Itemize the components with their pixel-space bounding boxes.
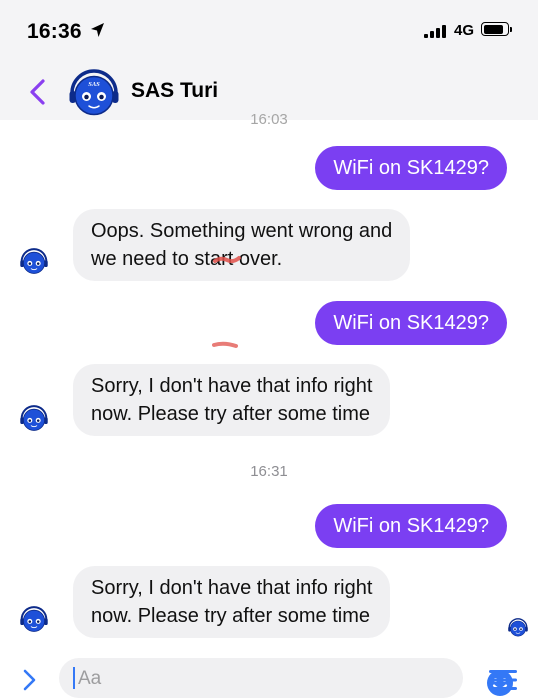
- battery-tip: [510, 27, 512, 32]
- outgoing-message[interactable]: WiFi on SK1429?: [315, 146, 507, 190]
- message-line: we need to start over.: [91, 248, 283, 270]
- message-text: WiFi on SK1429?: [333, 515, 489, 537]
- message-line: Sorry, I don't have that info right: [91, 375, 373, 397]
- avatar-logo-text: SAS: [88, 81, 100, 88]
- message-line: Sorry, I don't have that info right: [91, 577, 373, 599]
- message-timestamp: 16:31: [250, 463, 288, 480]
- message-line: Oops. Something went wrong and: [91, 220, 393, 242]
- contact-name[interactable]: SAS Turi: [131, 79, 218, 103]
- back-chevron-icon[interactable]: [28, 78, 48, 106]
- incoming-message[interactable]: Oops. Something went wrong and we need t…: [73, 209, 411, 281]
- bot-avatar: [20, 405, 48, 433]
- red-annotation-mark: [212, 341, 238, 348]
- text-caret: [73, 667, 75, 689]
- battery-icon: [481, 22, 509, 36]
- message-composer: Aa: [0, 656, 538, 700]
- expand-chevron-icon[interactable]: [22, 668, 38, 692]
- message-input[interactable]: Aa: [59, 658, 513, 698]
- outgoing-message[interactable]: WiFi on SK1429?: [315, 504, 507, 548]
- signal-icon: [424, 25, 446, 38]
- bot-avatar: [20, 248, 48, 276]
- status-bar: 16:36 4G: [0, 0, 538, 62]
- menu-icon[interactable]: [488, 669, 518, 691]
- read-receipt-avatar: [508, 618, 528, 638]
- bot-avatar: [20, 606, 48, 634]
- incoming-message[interactable]: Sorry, I don't have that info right now.…: [73, 364, 391, 436]
- message-text: WiFi on SK1429?: [333, 312, 489, 334]
- network-type: 4G: [454, 22, 475, 39]
- red-annotation-mark: [213, 256, 241, 264]
- partial-timestamp: 16:03: [250, 111, 288, 128]
- message-line: now. Please try after some time: [91, 403, 371, 425]
- incoming-message[interactable]: Sorry, I don't have that info right now.…: [73, 566, 391, 638]
- input-placeholder: Aa: [78, 668, 102, 689]
- location-arrow-icon: [91, 23, 104, 37]
- status-time: 16:36: [27, 20, 82, 43]
- message-text: WiFi on SK1429?: [333, 157, 489, 179]
- outgoing-message[interactable]: WiFi on SK1429?: [315, 301, 507, 345]
- message-line: now. Please try after some time: [91, 605, 371, 627]
